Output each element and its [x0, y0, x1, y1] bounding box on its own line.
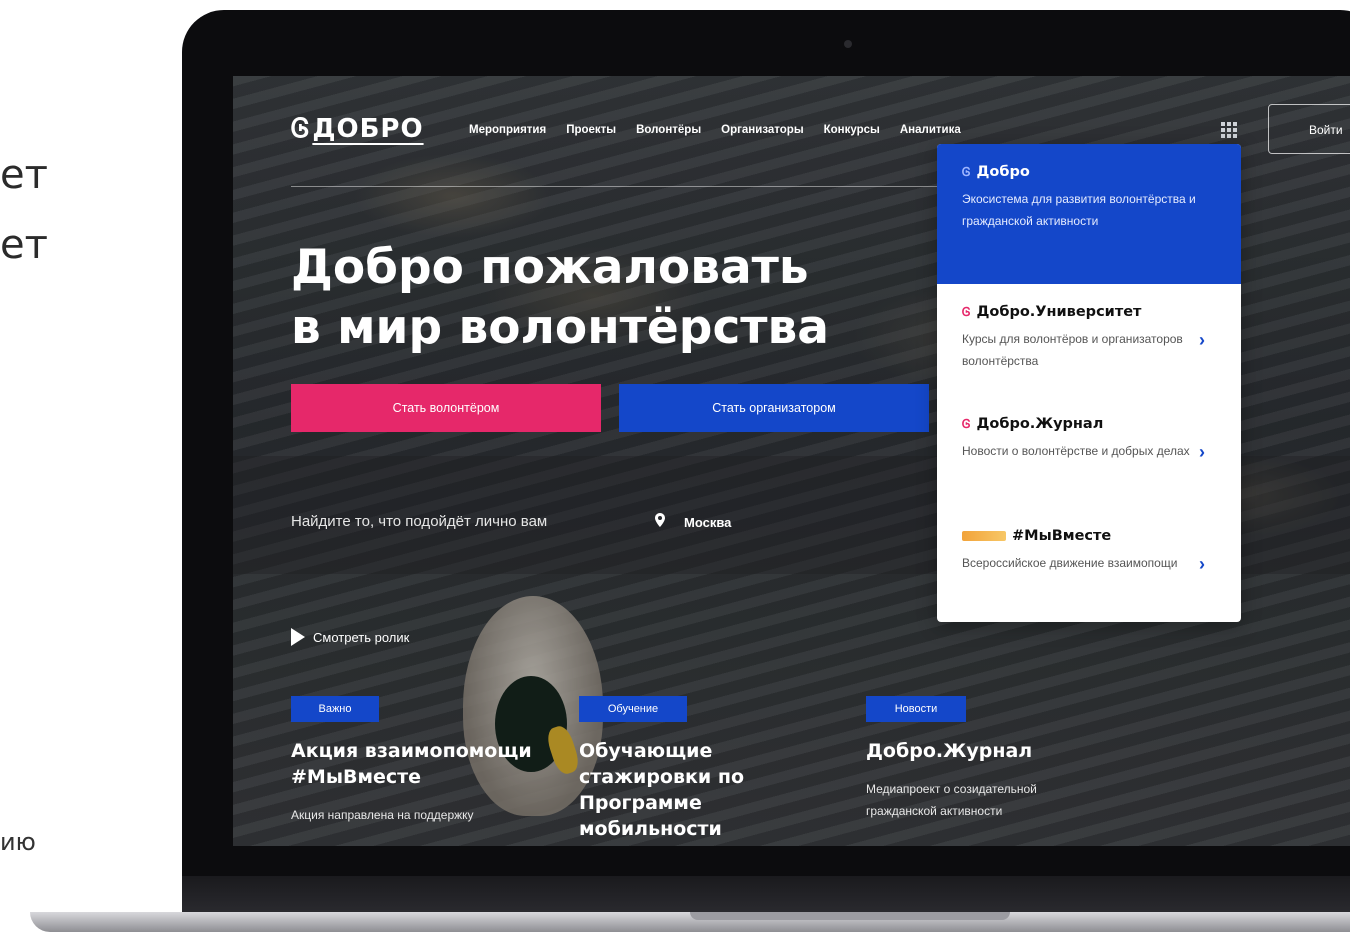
login-button[interactable]: Войти — [1268, 104, 1350, 154]
mivmeste-logo-icon — [962, 531, 1006, 541]
search-prompt[interactable]: Найдите то, что подойдёт лично вам — [291, 513, 547, 530]
news-card[interactable]: Обучение Обучающие стажировки по Програм… — [579, 696, 769, 846]
city-selector[interactable]: Москва — [684, 515, 731, 530]
dobro-logo-icon: Ꮆ — [962, 164, 971, 179]
become-organizer-button[interactable]: Стать организатором — [619, 384, 929, 432]
apps-grid-icon[interactable] — [1221, 122, 1237, 138]
dropdown-item-title: #МыВместе — [1012, 528, 1112, 544]
laptop-screen: ᎶДОБРО Мероприятия Проекты Волонтёры Орг… — [233, 76, 1350, 846]
site-logo[interactable]: ᎶДОБРО — [291, 114, 424, 145]
university-logo-icon: Ꮆ — [962, 304, 971, 319]
news-card[interactable]: Новости Добро.Журнал Медиапроект о созид… — [866, 696, 1106, 822]
nav-item-volunteers[interactable]: Волонтёры — [636, 124, 701, 136]
dropdown-item-description: Всероссийское движение взаимопощи — [962, 556, 1178, 570]
laptop-chin — [182, 876, 1350, 916]
nav-item-projects[interactable]: Проекты — [566, 124, 616, 136]
camera-icon — [844, 40, 852, 48]
nav-item-organizers[interactable]: Организаторы — [721, 124, 803, 136]
nav-item-events[interactable]: Мероприятия — [469, 124, 546, 136]
card-title: Обучающие стажировки по Программе мобиль… — [579, 740, 744, 840]
slide-text-fragment: ет — [0, 152, 48, 198]
play-icon — [291, 628, 305, 646]
hero-title-line: в мир волонтёрства — [291, 300, 829, 355]
chevron-right-icon[interactable]: › — [1199, 442, 1205, 463]
dropdown-item-journal[interactable]: Ꮆ Добро.Журнал Новости о волонтёрстве и … — [962, 416, 1212, 462]
dropdown-item-description: Курсы для волонтёров и организаторов вол… — [962, 332, 1183, 368]
slide-text-fragment: ию — [0, 828, 36, 856]
dropdown-item-university[interactable]: Ꮆ Добро.Университет Курсы для волонтёров… — [962, 304, 1212, 372]
become-volunteer-button[interactable]: Стать волонтёром — [291, 384, 601, 432]
chevron-right-icon[interactable]: › — [1199, 330, 1205, 351]
card-description: Медиапроект о созидательной гражданской … — [866, 782, 1037, 818]
card-title: Акция взаимопомощи #МыВместе — [291, 740, 532, 788]
hero-title: Добро пожаловать в мир волонтёрства — [291, 238, 829, 358]
main-nav: Мероприятия Проекты Волонтёры Организато… — [469, 124, 961, 136]
card-description: Акция направлена на поддержку — [291, 808, 474, 822]
nav-item-contests[interactable]: Конкурсы — [824, 124, 880, 136]
dropdown-item-title: Добро.Университет — [976, 304, 1142, 320]
location-pin-icon — [655, 513, 665, 527]
dropdown-header[interactable]: Ꮆ Добро Экосистема для развития волонтёр… — [937, 144, 1241, 284]
card-title: Добро.Журнал — [866, 740, 1033, 762]
hero-title-line: Добро пожаловать — [291, 240, 809, 295]
ecosystem-dropdown: Ꮆ Добро Экосистема для развития волонтёр… — [937, 144, 1241, 622]
dropdown-item-title: Добро.Журнал — [976, 416, 1104, 432]
dropdown-description: Экосистема для развития волонтёрства и г… — [962, 192, 1196, 228]
news-card[interactable]: Важно Акция взаимопомощи #МыВместе Акция… — [291, 696, 571, 826]
watch-video-link[interactable]: Смотреть ролик — [291, 628, 409, 646]
dropdown-title: Добро — [976, 164, 1030, 180]
watch-video-label: Смотреть ролик — [313, 629, 410, 645]
card-badge: Обучение — [579, 696, 687, 722]
logo-mark-icon: Ꮆ — [291, 114, 311, 144]
slide-text-fragment: ет — [0, 222, 48, 268]
dropdown-item-mivmeste[interactable]: #МыВместе Всероссийское движение взаимоп… — [962, 528, 1212, 574]
nav-item-analytics[interactable]: Аналитика — [900, 124, 961, 136]
journal-logo-icon: Ꮆ — [962, 416, 971, 431]
dropdown-item-description: Новости о волонтёрстве и добрых делах — [962, 444, 1190, 458]
logo-text: ДОБРО — [312, 114, 424, 144]
chevron-right-icon[interactable]: › — [1199, 554, 1205, 575]
card-badge: Новости — [866, 696, 966, 722]
card-badge: Важно — [291, 696, 379, 722]
laptop-notch — [690, 912, 1010, 920]
